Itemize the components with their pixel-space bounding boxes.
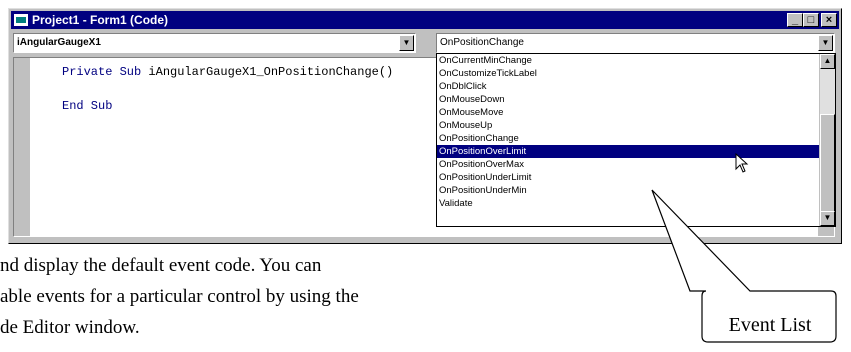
callout-balloon xyxy=(651,189,837,343)
callout-label: Event List xyxy=(728,314,812,336)
